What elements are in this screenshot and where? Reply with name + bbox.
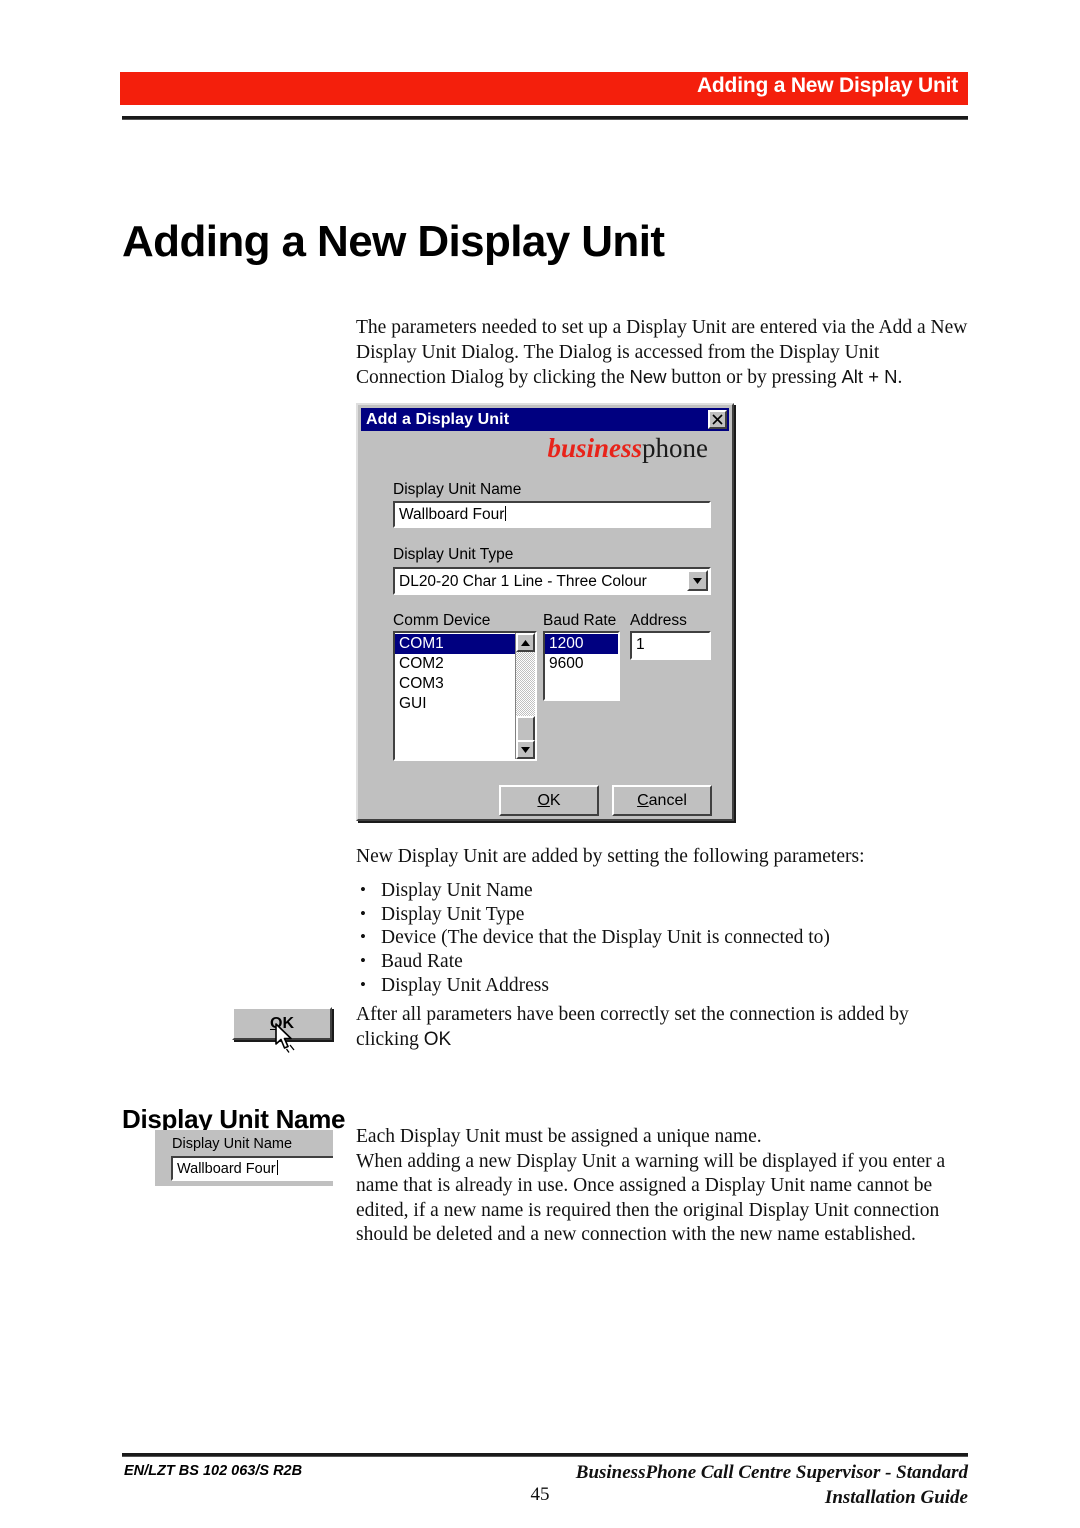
footer-divider-rule <box>122 1453 968 1457</box>
ok-instruction-ok-word: OK <box>423 1028 452 1050</box>
display-unit-name-value: Wallboard Four <box>399 506 507 523</box>
list-item[interactable]: 9600 <box>545 654 618 674</box>
intro-paragraph: The parameters needed to set up a Displa… <box>356 316 971 391</box>
running-header-banner: Adding a New Display Unit <box>120 72 968 105</box>
add-display-unit-dialog[interactable]: Add a Display Unit businessphone Display… <box>356 403 734 821</box>
list-item: Device (The device that the Display Unit… <box>356 925 971 950</box>
list-item: Display Unit Type <box>356 902 971 927</box>
list-item[interactable]: COM3 <box>395 674 516 694</box>
ok-instruction-paragraph: After all parameters have been correctly… <box>356 1003 971 1052</box>
address-label: Address <box>630 612 687 629</box>
display-unit-name-label: Display Unit Name <box>393 481 522 498</box>
page-title: Adding a New Display Unit <box>122 217 665 267</box>
scrollbar-track[interactable] <box>516 652 535 759</box>
margin-ok-button-graphic: OK <box>232 1007 332 1053</box>
list-item[interactable]: 1200 <box>545 634 618 654</box>
intro-text-part3: . <box>897 367 903 388</box>
margin-name-label: Display Unit Name <box>172 1136 293 1152</box>
header-divider-rule <box>122 116 968 120</box>
text-caret <box>505 506 507 521</box>
chevron-down-icon[interactable] <box>687 570 708 591</box>
margin-display-unit-name-graphic: Display Unit Name Wallboard Four <box>155 1130 333 1186</box>
list-item[interactable]: COM1 <box>395 634 516 654</box>
baud-rate-listbox[interactable]: 1200 9600 <box>543 631 620 701</box>
arrow-up-glyph <box>521 639 530 646</box>
ok-button[interactable]: OK <box>499 785 599 816</box>
list-item[interactable]: GUI <box>395 694 516 714</box>
dialog-titlebar: Add a Display Unit <box>361 408 729 431</box>
comm-device-scrollbar[interactable] <box>515 633 535 759</box>
list-item[interactable]: COM2 <box>395 654 516 674</box>
close-icon[interactable] <box>708 410 727 429</box>
list-item: Display Unit Address <box>356 973 971 998</box>
ok-button-mnemonic: O <box>537 791 550 809</box>
footer-document-code: EN/LZT BS 102 063/S R2B <box>124 1463 303 1479</box>
comm-device-listbox[interactable]: COM1 COM2 COM3 GUI <box>393 631 537 761</box>
address-value: 1 <box>636 636 645 653</box>
display-unit-type-label: Display Unit Type <box>393 546 514 563</box>
cancel-button-mnemonic: C <box>637 791 649 809</box>
comm-device-label: Comm Device <box>393 612 491 629</box>
cancel-button-label-rest: ancel <box>648 791 687 809</box>
running-header-title: Adding a New Display Unit <box>696 74 958 97</box>
intro-new-button-ref: New <box>629 366 667 387</box>
parameters-bullet-list: Display Unit Name Display Unit Type Devi… <box>356 878 971 998</box>
chevron-down-glyph <box>693 577 702 584</box>
display-unit-type-select[interactable]: DL20-20 Char 1 Line - Three Colour <box>393 567 711 595</box>
cancel-button[interactable]: Cancel <box>612 785 712 816</box>
text-caret <box>276 1160 278 1175</box>
mouse-pointer-icon <box>275 1023 295 1053</box>
logo-phone-text: phone <box>642 433 708 463</box>
logo-business-text: business <box>547 433 643 463</box>
baud-rate-label: Baud Rate <box>543 612 617 629</box>
display-unit-name-input[interactable]: Wallboard Four <box>393 501 711 528</box>
close-x-icon <box>712 414 723 425</box>
display-unit-type-value: DL20-20 Char 1 Line - Three Colour <box>399 573 647 590</box>
margin-name-value: Wallboard Four <box>177 1160 278 1177</box>
ok-button-label-rest: K <box>549 791 561 809</box>
footer-product-line2: Installation Guide <box>824 1487 968 1508</box>
arrow-down-glyph <box>521 746 530 753</box>
address-input[interactable]: 1 <box>630 631 711 660</box>
intro-text-part2: button or by pressing <box>666 367 842 388</box>
section-paragraph-1: Each Display Unit must be assigned a uni… <box>356 1126 762 1147</box>
arrow-up-icon[interactable] <box>516 633 535 652</box>
footer-product-title: BusinessPhone Call Centre Supervisor - S… <box>576 1460 968 1510</box>
dialog-title-text: Add a Display Unit <box>366 410 510 428</box>
list-item: Display Unit Name <box>356 878 971 903</box>
intro-shortcut-ref: Alt + N <box>841 366 898 387</box>
arrow-down-icon[interactable] <box>516 740 535 759</box>
comm-device-list-items: COM1 COM2 COM3 GUI <box>395 634 516 714</box>
footer-product-line1: BusinessPhone Call Centre Supervisor - S… <box>575 1462 968 1483</box>
list-item: Baud Rate <box>356 949 971 974</box>
section-paragraph-2: When adding a new Display Unit a warning… <box>356 1150 946 1246</box>
parameters-intro-text: New Display Unit are added by setting th… <box>356 846 865 867</box>
baud-rate-list-items: 1200 9600 <box>545 634 618 674</box>
margin-name-input: Wallboard Four <box>171 1156 333 1181</box>
businessphone-logo: businessphone <box>547 435 708 462</box>
section-body-text: Each Display Unit must be assigned a uni… <box>356 1125 971 1248</box>
